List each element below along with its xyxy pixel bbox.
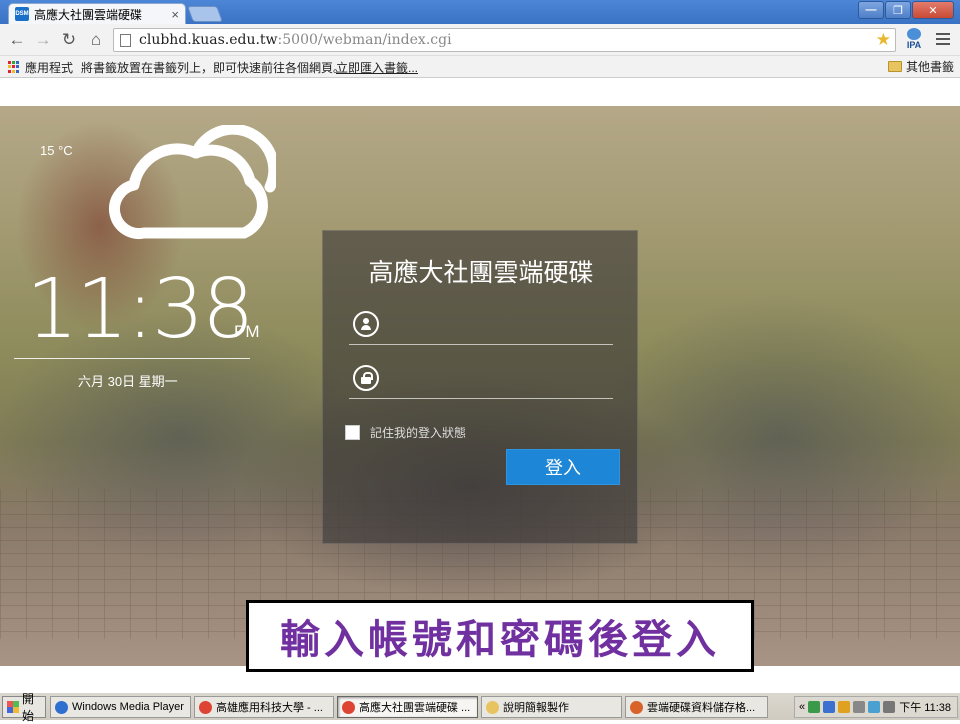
reload-icon[interactable]: ↻ [58,29,80,51]
other-bookmarks[interactable]: 其他書籤 [888,58,954,75]
tab-title: 高應大社團雲端硬碟 [34,7,143,22]
taskbar-task[interactable]: 高雄應用科技大學 - ... [194,696,334,718]
task-label: Windows Media Player [72,701,184,713]
password-input[interactable] [393,365,603,393]
tab-close-icon[interactable]: × [171,7,179,22]
url-host: clubhd.kuas.edu.tw [139,32,278,48]
minimize-button[interactable]: — [858,1,884,19]
bookmarks-bar: 應用程式 將書籤放置在書籤列上，即可快速前往各個網頁。 立即匯入書籤... 其他… [0,56,960,78]
back-arrow-icon[interactable]: ← [6,29,28,51]
user-icon [353,311,379,337]
power-icon[interactable] [883,701,896,713]
taskbar-task[interactable]: Windows Media Player [50,696,191,718]
login-title: 高應大社團雲端硬碟 [368,258,594,287]
browser-titlebar: DSM 高應大社團雲端硬碟 × — ❐ ✕ [0,0,960,24]
clock-date: 六月 30日 星期一 [78,374,178,389]
task-app-icon [486,700,499,714]
apps-grid-icon[interactable] [8,61,20,73]
speaker-icon[interactable] [853,701,866,713]
url-path: :5000/webman/index.cgi [277,32,452,48]
network-icon[interactable] [868,701,881,713]
taskbar-task[interactable]: 說明簡報製作 [481,696,622,718]
maximize-button[interactable]: ❐ [885,1,911,19]
task-label: 雲端硬碟資料儲存格... [647,702,756,714]
ipa-extension-icon[interactable]: IPA [903,28,925,52]
system-tray: « 下午 11:38 [794,696,958,718]
close-window-button[interactable]: ✕ [912,1,954,19]
page-icon [120,33,131,47]
window-controls: — ❐ ✕ [858,1,954,19]
taskbar-task[interactable]: 高應大社團雲端硬碟 ... [337,696,478,718]
home-icon[interactable]: ⌂ [85,29,107,51]
browser-menu-icon[interactable] [936,33,950,48]
windows-taskbar: 開始 Windows Media Player 高雄應用科技大學 - ... 高應大… [0,692,960,723]
temperature: 15 °C [40,143,73,158]
remember-me[interactable]: 記住我的登入狀態 [345,424,466,441]
dsm-login-page: 15 °C 11:38 PM 六月 30日 星期一 高應大社團雲端硬碟 記住我的… [0,79,960,687]
username-field [349,305,613,345]
tray-expand-icon[interactable]: « [799,701,805,713]
new-tab-button[interactable] [187,6,223,22]
task-label: 說明簡報製作 [503,702,569,714]
task-app-icon [342,700,355,714]
task-app-icon [630,700,643,714]
bookmark-star-icon[interactable]: ★ [876,30,891,50]
task-app-icon [199,700,212,714]
instruction-caption: 輸入帳號和密碼後登入 [246,600,754,672]
task-label: 高雄應用科技大學 - ... [216,702,323,714]
security-icon[interactable] [838,701,851,713]
browser-tab[interactable]: DSM 高應大社團雲端硬碟 × [8,3,186,24]
login-panel: 高應大社團雲端硬碟 記住我的登入狀態 登入 [322,230,638,544]
cloud-weather-icon [109,125,276,239]
ipa-globe-icon [907,28,921,40]
username-input[interactable] [393,311,603,339]
tray-clock: 下午 11:38 [899,702,951,714]
login-button[interactable]: 登入 [506,449,620,485]
other-bookmarks-label: 其他書籤 [906,60,955,74]
clock-time: 11:38 [26,262,254,357]
forward-arrow-icon[interactable]: → [32,29,54,51]
import-bookmarks-link[interactable]: 立即匯入書籤... [336,59,418,76]
clock-divider [14,358,250,359]
task-app-icon [55,700,68,714]
dsm-favicon-icon: DSM [15,7,29,21]
clock-ampm: PM [234,322,260,341]
taskbar-task[interactable]: 雲端硬碟資料儲存格... [625,696,768,718]
apps-shortcut[interactable]: 應用程式 [25,59,73,76]
remember-me-checkbox[interactable] [345,425,360,440]
lock-icon [353,365,379,391]
browser-toolbar: ← → ↻ ⌂ clubhd.kuas.edu.tw :5000/webman/… [0,24,960,56]
tray-app-icon[interactable] [808,701,821,713]
folder-icon [888,61,902,72]
password-field [349,359,613,399]
ipa-label: IPA [906,40,922,50]
task-label: 高應大社團雲端硬碟 ... [359,702,471,714]
remember-me-label: 記住我的登入狀態 [370,426,467,440]
start-label: 開始 [22,692,35,723]
address-bar[interactable]: clubhd.kuas.edu.tw :5000/webman/index.cg… [113,28,896,52]
windows-logo-icon [7,701,19,713]
bookmarks-hint: 將書籤放置在書籤列上，即可快速前往各個網頁。 [81,61,346,75]
bluetooth-icon[interactable] [823,701,836,713]
start-button[interactable]: 開始 [2,692,46,723]
